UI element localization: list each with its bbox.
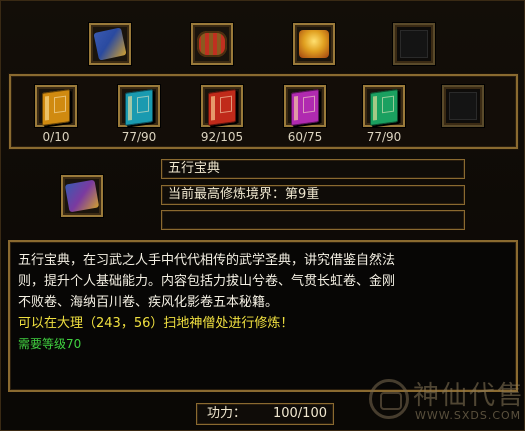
book-icon bbox=[291, 89, 319, 126]
reward-slot-gold[interactable] bbox=[293, 23, 335, 65]
scroll-bundle-icon bbox=[197, 31, 227, 57]
description-line: 则，提升个人基础能力。内容包括力拔山兮卷、气贯长虹卷、金刚 bbox=[18, 274, 396, 289]
selected-book-icon bbox=[64, 179, 100, 213]
book-slot-5[interactable] bbox=[363, 85, 405, 127]
book-icon bbox=[370, 89, 398, 126]
power-label: 功力： bbox=[207, 406, 247, 421]
site-logo-icon bbox=[369, 379, 409, 419]
description-box: 五行宝典，在习武之人手中代代相传的武学圣典，讲究借鉴自然法 则，提升个人基础能力… bbox=[8, 240, 518, 392]
reward-slot-empty[interactable] bbox=[393, 23, 435, 65]
book-name-field: 五行宝典 bbox=[161, 159, 465, 179]
skill-book-panel: 0/10 77/90 92/105 60/75 77/90 五行宝典 当前最高修… bbox=[0, 0, 525, 431]
power-bar: 功力： 100/100 bbox=[196, 403, 334, 425]
realm-field: 当前最高修炼境界：第9重 bbox=[161, 185, 465, 205]
watermark-title: 神仙代售 bbox=[413, 381, 525, 411]
required-level: 需要等级70 bbox=[18, 337, 82, 351]
power-value: 100/100 bbox=[272, 406, 327, 421]
reward-slot-scrolls[interactable] bbox=[191, 23, 233, 65]
book-slot-3[interactable] bbox=[201, 85, 243, 127]
book-slot-4[interactable] bbox=[284, 85, 326, 127]
book-count-3: 92/105 bbox=[200, 130, 244, 144]
book-icon bbox=[42, 89, 70, 126]
book-icon bbox=[208, 89, 236, 126]
book-count-5: 77/90 bbox=[366, 130, 402, 144]
book-count-4: 60/75 bbox=[287, 130, 323, 144]
book-icon bbox=[125, 89, 153, 126]
description-line: 不败卷、海纳百川卷、疾风化影卷五本秘籍。 bbox=[18, 295, 279, 310]
book-count-2: 77/90 bbox=[121, 130, 157, 144]
book-count-1: 0/10 bbox=[42, 130, 70, 144]
description-line: 五行宝典，在习武之人手中代代相传的武学圣典，讲究借鉴自然法 bbox=[18, 253, 396, 268]
selected-book-slot[interactable] bbox=[61, 175, 103, 217]
gold-treasure-icon bbox=[299, 30, 329, 58]
book-slot-1[interactable] bbox=[35, 85, 77, 127]
book-slot-empty[interactable] bbox=[442, 85, 484, 127]
training-location: 可以在大理（243，56）扫地神僧处进行修炼！ bbox=[18, 316, 294, 331]
extra-field bbox=[161, 210, 465, 230]
bundle-books-icon bbox=[93, 27, 127, 61]
watermark-url: WWW.SXDS.COM bbox=[415, 409, 522, 422]
watermark: 神仙代售 WWW.SXDS.COM bbox=[369, 373, 525, 429]
book-slot-2[interactable] bbox=[118, 85, 160, 127]
reward-slot-books[interactable] bbox=[89, 23, 131, 65]
